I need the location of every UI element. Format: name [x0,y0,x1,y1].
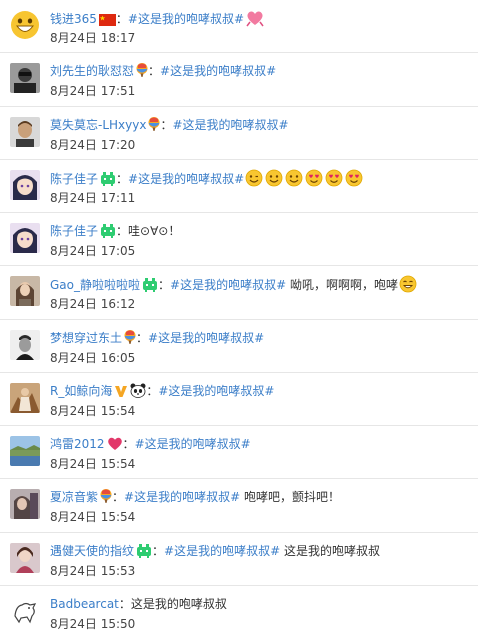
comment-text: 咆哮吧，颤抖吧！ [240,490,340,505]
comment-item: R_如鲸向海 ：#这是我的咆哮叔叔# 8月24日 15:54 [0,373,478,426]
comment-item: Badbearcat：这是我的咆哮叔叔 8月24日 15:50 [0,586,478,639]
username-link[interactable]: 梦想穿过东土 [50,331,122,345]
topic-tag-link[interactable]: #这是我的咆哮叔叔# [124,490,240,504]
avatar[interactable] [10,223,40,253]
comment-item: 遇健天使的指纹 ：#这是我的咆哮叔叔# 这是我的咆哮叔叔 8月24日 15:53 [0,533,478,586]
timestamp: 8月24日 17:51 [50,84,136,99]
timestamp: 8月24日 16:05 [50,350,136,365]
timestamp: 8月24日 15:53 [50,563,136,578]
username-link[interactable]: 陈子佳子 [50,172,98,186]
separator: ： [118,596,131,611]
separator: ： [148,64,161,79]
member-icon [100,224,116,238]
topic-tag-link[interactable]: #这是我的咆哮叔叔# [158,384,274,398]
comment-item: 莫失莫忘-LHxyyx ：#这是我的咆哮叔叔# 8月24日 17:20 [0,107,478,160]
comment-item: 夏凉音紫 ：#这是我的咆哮叔叔# 咆哮吧，颤抖吧！ 8月24日 15:54 [0,479,478,533]
comment-text: 呦吼，啊啊啊，咆哮 [286,278,398,293]
timestamp: 8月24日 15:50 [50,616,136,631]
username-link[interactable]: Badbearcat [50,597,119,611]
rainbow-balloon-icon [148,116,160,132]
avatar[interactable] [10,63,40,94]
timestamp: 8月24日 17:11 [50,190,136,205]
topic-tag-link[interactable]: #这是我的咆哮叔叔# [160,64,276,78]
avatar[interactable] [10,116,40,147]
username-link[interactable]: Gao_静啦啦啦啦 [50,278,140,292]
comment-item: 刘先生的耿怼怼 ：#这是我的咆哮叔叔# 8月24日 17:51 [0,53,478,107]
separator: ： [160,117,173,132]
member-icon [100,171,116,186]
comment-item: 鸿雷2012 ：#这是我的咆哮叔叔# 8月24日 15:54 [0,426,478,480]
timestamp: 8月24日 16:12 [50,297,136,312]
member-icon [142,278,158,293]
separator: ： [158,278,171,293]
member-icon [136,543,152,558]
timestamp: 8月24日 18:17 [50,31,136,45]
heart-eyes-face-icon [325,169,343,187]
heart-ribbon-icon [245,9,265,27]
timestamp: 8月24日 15:54 [50,403,136,418]
comment-text: 这是我的咆哮叔叔 [280,543,380,558]
comment-item: 陈子佳子 ：#这是我的咆哮叔叔# 8月24日 17:11 [0,160,478,213]
separator: ： [146,383,159,398]
smile-face-icon [285,169,303,187]
avatar[interactable] [10,542,40,573]
avatar[interactable] [10,276,40,307]
avatar[interactable] [10,329,40,360]
comment-item: Gao_静啦啦啦啦 ：#这是我的咆哮叔叔# 呦吼，啊啊啊，咆哮 8月24日 16:… [0,266,478,320]
separator: ： [122,437,135,451]
username-link[interactable]: 夏凉音紫 [50,490,98,504]
topic-tag-link[interactable]: #这是我的咆哮叔叔# [148,331,264,345]
china-flag-icon [98,14,116,26]
rainbow-balloon-icon [124,329,136,345]
avatar[interactable] [10,595,40,626]
timestamp: 8月24日 17:20 [50,137,136,152]
comment-item: 钱进365 ：#这是我的咆哮叔叔# 8月24日 18:17 [0,0,478,54]
heart-icon [107,436,123,451]
topic-tag-link[interactable]: #这是我的咆哮叔叔# [135,437,251,451]
heart-eyes-face-icon [345,169,363,187]
topic-tag-link[interactable]: #这是我的咆哮叔叔# [164,544,280,558]
username-link[interactable]: 莫失莫忘-LHxyyx [50,118,146,132]
separator: ： [115,12,128,26]
separator: ： [116,171,129,186]
separator: ： [136,330,149,345]
avatar[interactable] [10,489,40,520]
topic-tag-link[interactable]: #这是我的咆哮叔叔# [172,118,288,132]
rainbow-balloon-icon [136,63,148,78]
laughing-face-icon [399,275,417,293]
topic-tag-link[interactable]: #这是我的咆哮叔叔# [128,172,244,186]
avatar[interactable] [10,169,40,200]
timestamp: 8月24日 17:05 [50,244,136,258]
smile-face-icon [265,169,283,187]
comment-item: 梦想穿过东土 ：#这是我的咆哮叔叔# 8月24日 16:05 [0,320,478,373]
username-link[interactable]: 鸿雷2012 [50,437,105,451]
comment-text: 哇⊙∀⊙！ [128,224,181,238]
rainbow-balloon-icon [100,489,112,504]
topic-tag-link[interactable]: #这是我的咆哮叔叔# [170,278,286,292]
username-link[interactable]: 刘先生的耿怼怼 [50,64,134,78]
username-link[interactable]: 陈子佳子 [50,224,98,238]
avatar[interactable] [10,436,40,466]
comment-feed: 钱进365 ：#这是我的咆哮叔叔# 8月24日 18:17 刘先生的耿怼怼 ：#这是… [0,0,478,639]
username-link[interactable]: 钱进365 [50,12,97,26]
timestamp: 8月24日 15:54 [50,457,136,471]
topic-tag-link[interactable]: #这是我的咆哮叔叔# [128,12,244,26]
separator: ： [152,543,165,558]
comment-item: 陈子佳子 ：哇⊙∀⊙！ 8月24日 17:05 [0,213,478,267]
heart-eyes-face-icon [305,169,323,187]
avatar[interactable] [10,382,40,413]
wink-face-icon [245,169,263,187]
timestamp: 8月24日 15:54 [50,510,136,525]
username-link[interactable]: R_如鲸向海 [50,384,112,398]
separator: ： [116,224,129,238]
username-link[interactable]: 遇健天使的指纹 [50,544,134,558]
comment-text: 这是我的咆哮叔叔 [130,596,227,611]
avatar[interactable] [10,10,40,40]
separator: ： [112,490,125,505]
vip-v-icon [114,384,128,398]
panda-icon [130,383,146,398]
